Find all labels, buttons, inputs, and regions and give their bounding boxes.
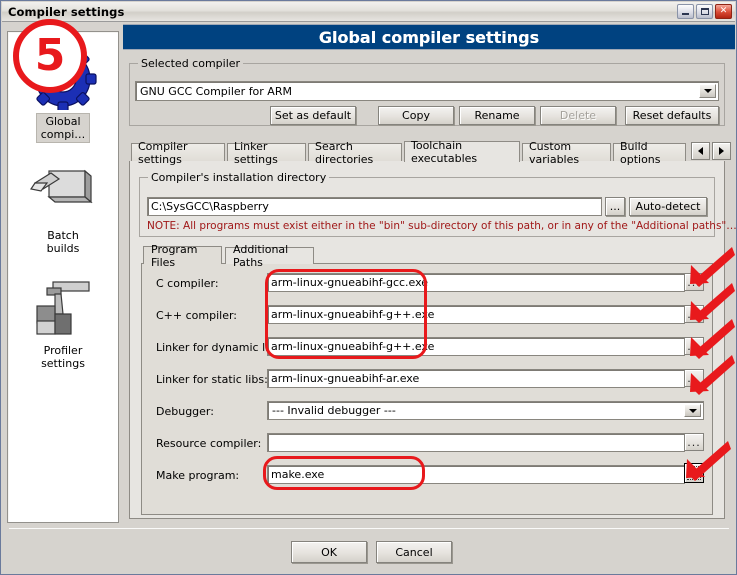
batch-builds-icon xyxy=(27,161,99,225)
linker-static-input[interactable]: arm-linux-gnueabihf-ar.exe xyxy=(267,369,685,388)
make-program-label: Make program: xyxy=(156,469,240,482)
chevron-left-icon xyxy=(698,147,703,155)
auto-detect-button[interactable]: Auto-detect xyxy=(629,197,707,216)
tab-toolchain-executables[interactable]: Toolchain executables xyxy=(404,139,520,165)
copy-button[interactable]: Copy xyxy=(378,106,454,125)
page-title: Global compiler settings xyxy=(318,27,540,47)
rename-button[interactable]: Rename xyxy=(459,106,535,125)
tab-linker-settings[interactable]: Linker settings xyxy=(227,140,306,166)
cpp-compiler-browse-button[interactable]: ... xyxy=(684,305,704,323)
linker-static-browse-button[interactable]: ... xyxy=(684,369,704,387)
reset-defaults-button[interactable]: Reset defaults xyxy=(625,106,719,125)
window-controls: ✕ xyxy=(677,4,732,19)
maximize-button[interactable] xyxy=(696,4,713,19)
tab-compiler-settings[interactable]: Compiler settings xyxy=(131,140,225,166)
installation-directory-input[interactable]: C:\SysGCC\Raspberry xyxy=(147,197,602,216)
set-as-default-button[interactable]: Set as default xyxy=(270,106,356,125)
footer-divider xyxy=(9,528,729,529)
debugger-select[interactable]: --- Invalid debugger --- xyxy=(267,401,704,420)
settings-tabs[interactable]: Compiler settings Linker settings Search… xyxy=(129,139,731,166)
installation-directory-browse-button[interactable]: ... xyxy=(605,197,625,216)
compiler-settings-dialog: Compiler settings ✕ Global compiler sett… xyxy=(0,0,737,575)
ok-button[interactable]: OK xyxy=(291,541,367,563)
chevron-right-icon xyxy=(719,147,724,155)
cpp-compiler-input[interactable]: arm-linux-gnueabihf-g++.exe xyxy=(267,305,685,324)
settings-sidebar[interactable]: Global compi… Batch builds Profiler sett… xyxy=(7,31,119,523)
sidebar-item-label: Profiler settings xyxy=(41,344,85,370)
installation-directory-legend: Compiler's installation directory xyxy=(148,171,330,184)
compiler-select[interactable]: GNU GCC Compiler for ARM xyxy=(135,81,719,101)
tab-custom-variables[interactable]: Custom variables xyxy=(522,140,611,166)
tab-scroll-prev-button[interactable] xyxy=(691,142,710,160)
linker-dynamic-input[interactable]: arm-linux-gnueabihf-g++.exe xyxy=(267,337,685,356)
window-title: Compiler settings xyxy=(8,4,125,19)
page-header: Global compiler settings xyxy=(123,24,735,50)
debugger-label: Debugger: xyxy=(156,405,214,418)
chevron-down-icon[interactable] xyxy=(699,84,716,98)
sidebar-item-profiler-settings[interactable]: Profiler settings xyxy=(8,256,118,371)
delete-button[interactable]: Delete xyxy=(540,106,616,125)
installation-note: NOTE: All programs must exist either in … xyxy=(147,220,737,232)
chevron-down-icon[interactable] xyxy=(684,404,701,417)
tab-search-directories[interactable]: Search directories xyxy=(308,140,402,166)
title-bar: Compiler settings ✕ xyxy=(2,2,735,22)
minimize-button[interactable] xyxy=(677,4,694,19)
make-program-browse-button[interactable] xyxy=(684,463,704,483)
tab-build-options[interactable]: Build options xyxy=(613,140,686,166)
profiler-settings-icon xyxy=(27,276,99,340)
c-compiler-label: C compiler: xyxy=(156,277,219,290)
compiler-select-value: GNU GCC Compiler for ARM xyxy=(140,84,292,98)
resource-compiler-browse-button[interactable]: ... xyxy=(684,433,704,451)
c-compiler-input[interactable]: arm-linux-gnueabihf-gcc.exe xyxy=(267,273,685,292)
resource-compiler-input[interactable] xyxy=(267,433,685,452)
linker-dynamic-label: Linker for dynamic libs: xyxy=(156,341,285,354)
sidebar-item-label: Global compi… xyxy=(35,113,91,143)
sidebar-item-label: Batch builds xyxy=(46,229,80,255)
cancel-button[interactable]: Cancel xyxy=(376,541,452,563)
resource-compiler-label: Resource compiler: xyxy=(156,437,262,450)
selected-compiler-legend: Selected compiler xyxy=(138,57,244,70)
minimize-icon xyxy=(682,13,689,15)
linker-dynamic-browse-button[interactable]: ... xyxy=(684,337,704,355)
tab-scroll-next-button[interactable] xyxy=(712,142,731,160)
linker-static-label: Linker for static libs: xyxy=(156,373,268,386)
inner-tab-program-files[interactable]: Program Files xyxy=(143,243,222,269)
maximize-icon xyxy=(700,8,709,15)
step-number-badge: 5 xyxy=(13,19,87,93)
sidebar-item-batch-builds[interactable]: Batch builds xyxy=(8,143,118,256)
program-files-tabs[interactable]: Program Files Additional Paths xyxy=(141,243,713,269)
c-compiler-browse-button[interactable]: ... xyxy=(684,273,704,291)
make-program-input[interactable]: make.exe xyxy=(267,465,685,484)
inner-tab-additional-paths[interactable]: Additional Paths xyxy=(225,243,314,269)
close-button[interactable]: ✕ xyxy=(715,4,732,19)
cpp-compiler-label: C++ compiler: xyxy=(156,309,238,322)
debugger-select-value: --- Invalid debugger --- xyxy=(272,404,396,417)
